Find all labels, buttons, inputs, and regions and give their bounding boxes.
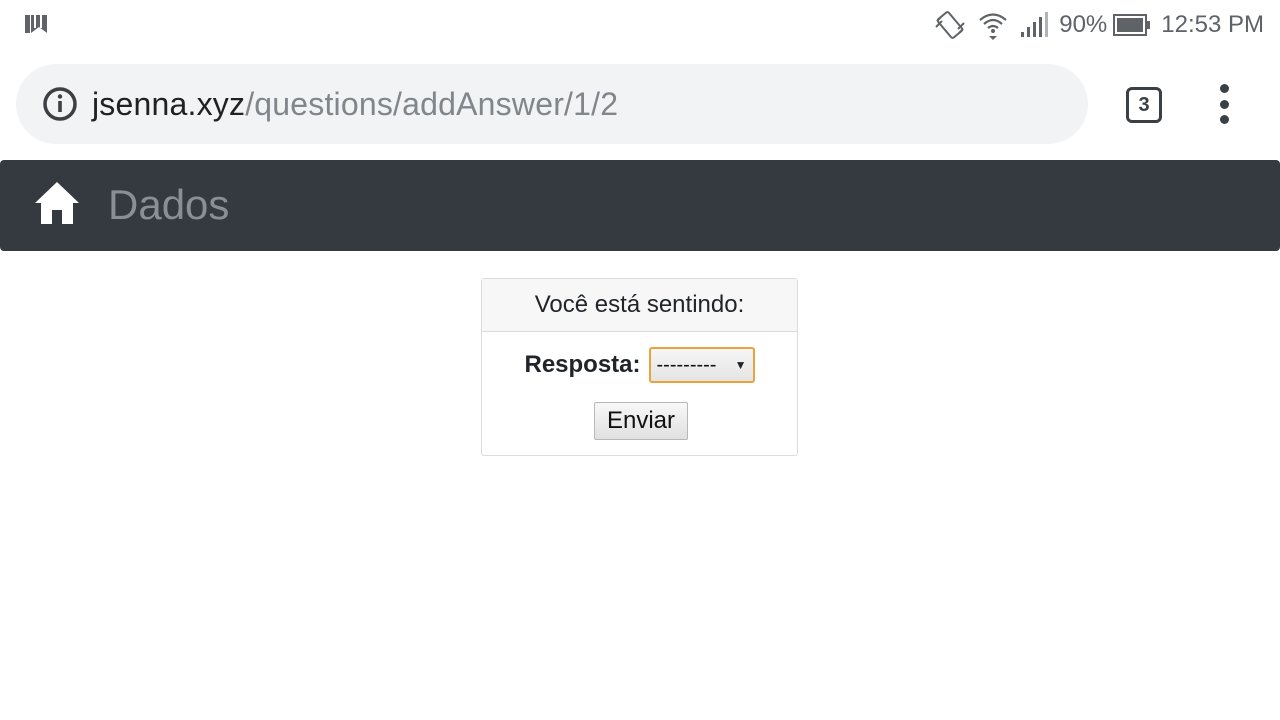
url-bar[interactable]: jsenna.xyz/questions/addAnswer/1/2 [16,64,1088,144]
battery-group: 90% [1059,11,1151,39]
battery-percent: 90% [1059,11,1108,38]
answer-label: Resposta: [524,351,641,378]
submit-button[interactable]: Enviar [594,402,688,440]
status-icons: 90% 12:53 PM [933,8,1264,42]
question-title: Você está sentindo: [482,279,797,332]
tab-switcher-button[interactable]: 3 [1126,87,1162,123]
navbar-brand[interactable]: Dados [108,180,229,230]
clock: 12:53 PM [1161,11,1264,38]
answer-select[interactable]: --------- ▼ [648,347,755,383]
url-path: /questions/addAnswer/1/2 [245,85,619,122]
signal-icon [1021,12,1049,37]
notification-icon [25,15,47,33]
url-domain: jsenna.xyz [92,85,246,122]
answer-select-value: --------- [656,353,717,376]
status-bar: 90% 12:53 PM [0,0,1280,50]
menu-dot [1219,99,1229,109]
question-card: Você está sentindo: Resposta: --------- … [481,278,798,456]
wifi-icon [979,13,1007,40]
answer-row: Resposta: --------- ▼ [482,347,797,383]
info-icon[interactable] [42,86,78,122]
home-icon[interactable] [34,180,80,226]
tab-count: 3 [1138,93,1150,116]
url-text[interactable]: jsenna.xyz/questions/addAnswer/1/2 [92,86,618,123]
chevron-down-icon: ▼ [734,358,747,372]
menu-dot [1219,84,1229,93]
battery-icon [1113,14,1151,36]
vibrate-icon [935,11,965,39]
overflow-menu-icon[interactable] [1210,84,1238,124]
menu-dot [1219,115,1229,124]
